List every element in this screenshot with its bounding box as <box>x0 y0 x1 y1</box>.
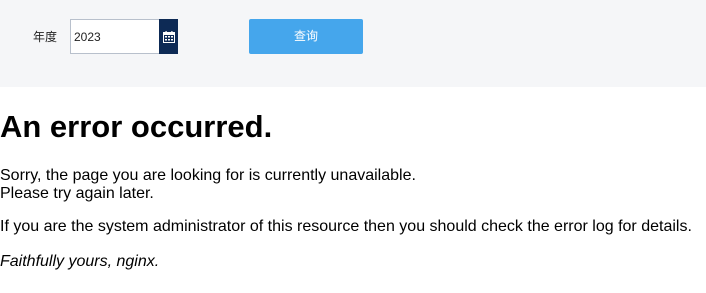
filter-toolbar: 年度 2023 查询 <box>0 0 706 87</box>
year-picker-field[interactable]: 2023 <box>70 19 178 54</box>
admin-note: If you are the system administrator of t… <box>0 218 692 235</box>
error-message: Sorry, the page you are looking for is c… <box>0 167 416 203</box>
calendar-button[interactable] <box>159 19 178 54</box>
year-label: 年度 <box>33 30 58 44</box>
error-title: An error occurred. <box>0 109 273 144</box>
error-message-line2: Please try again later. <box>0 185 154 202</box>
year-input-value[interactable]: 2023 <box>74 30 101 44</box>
error-message-line1: Sorry, the page you are looking for is c… <box>0 167 416 184</box>
server-signature: Faithfully yours, nginx. <box>0 253 160 270</box>
calendar-icon <box>162 30 175 43</box>
query-button[interactable]: 查询 <box>249 19 363 54</box>
